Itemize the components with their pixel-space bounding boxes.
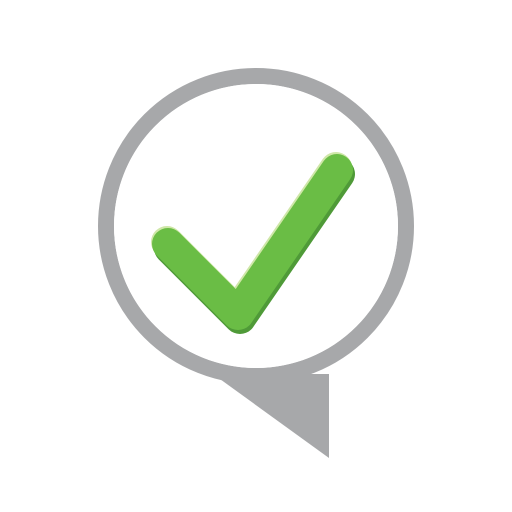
check-speech-bubble-icon bbox=[98, 68, 414, 458]
app-icon bbox=[0, 0, 512, 512]
